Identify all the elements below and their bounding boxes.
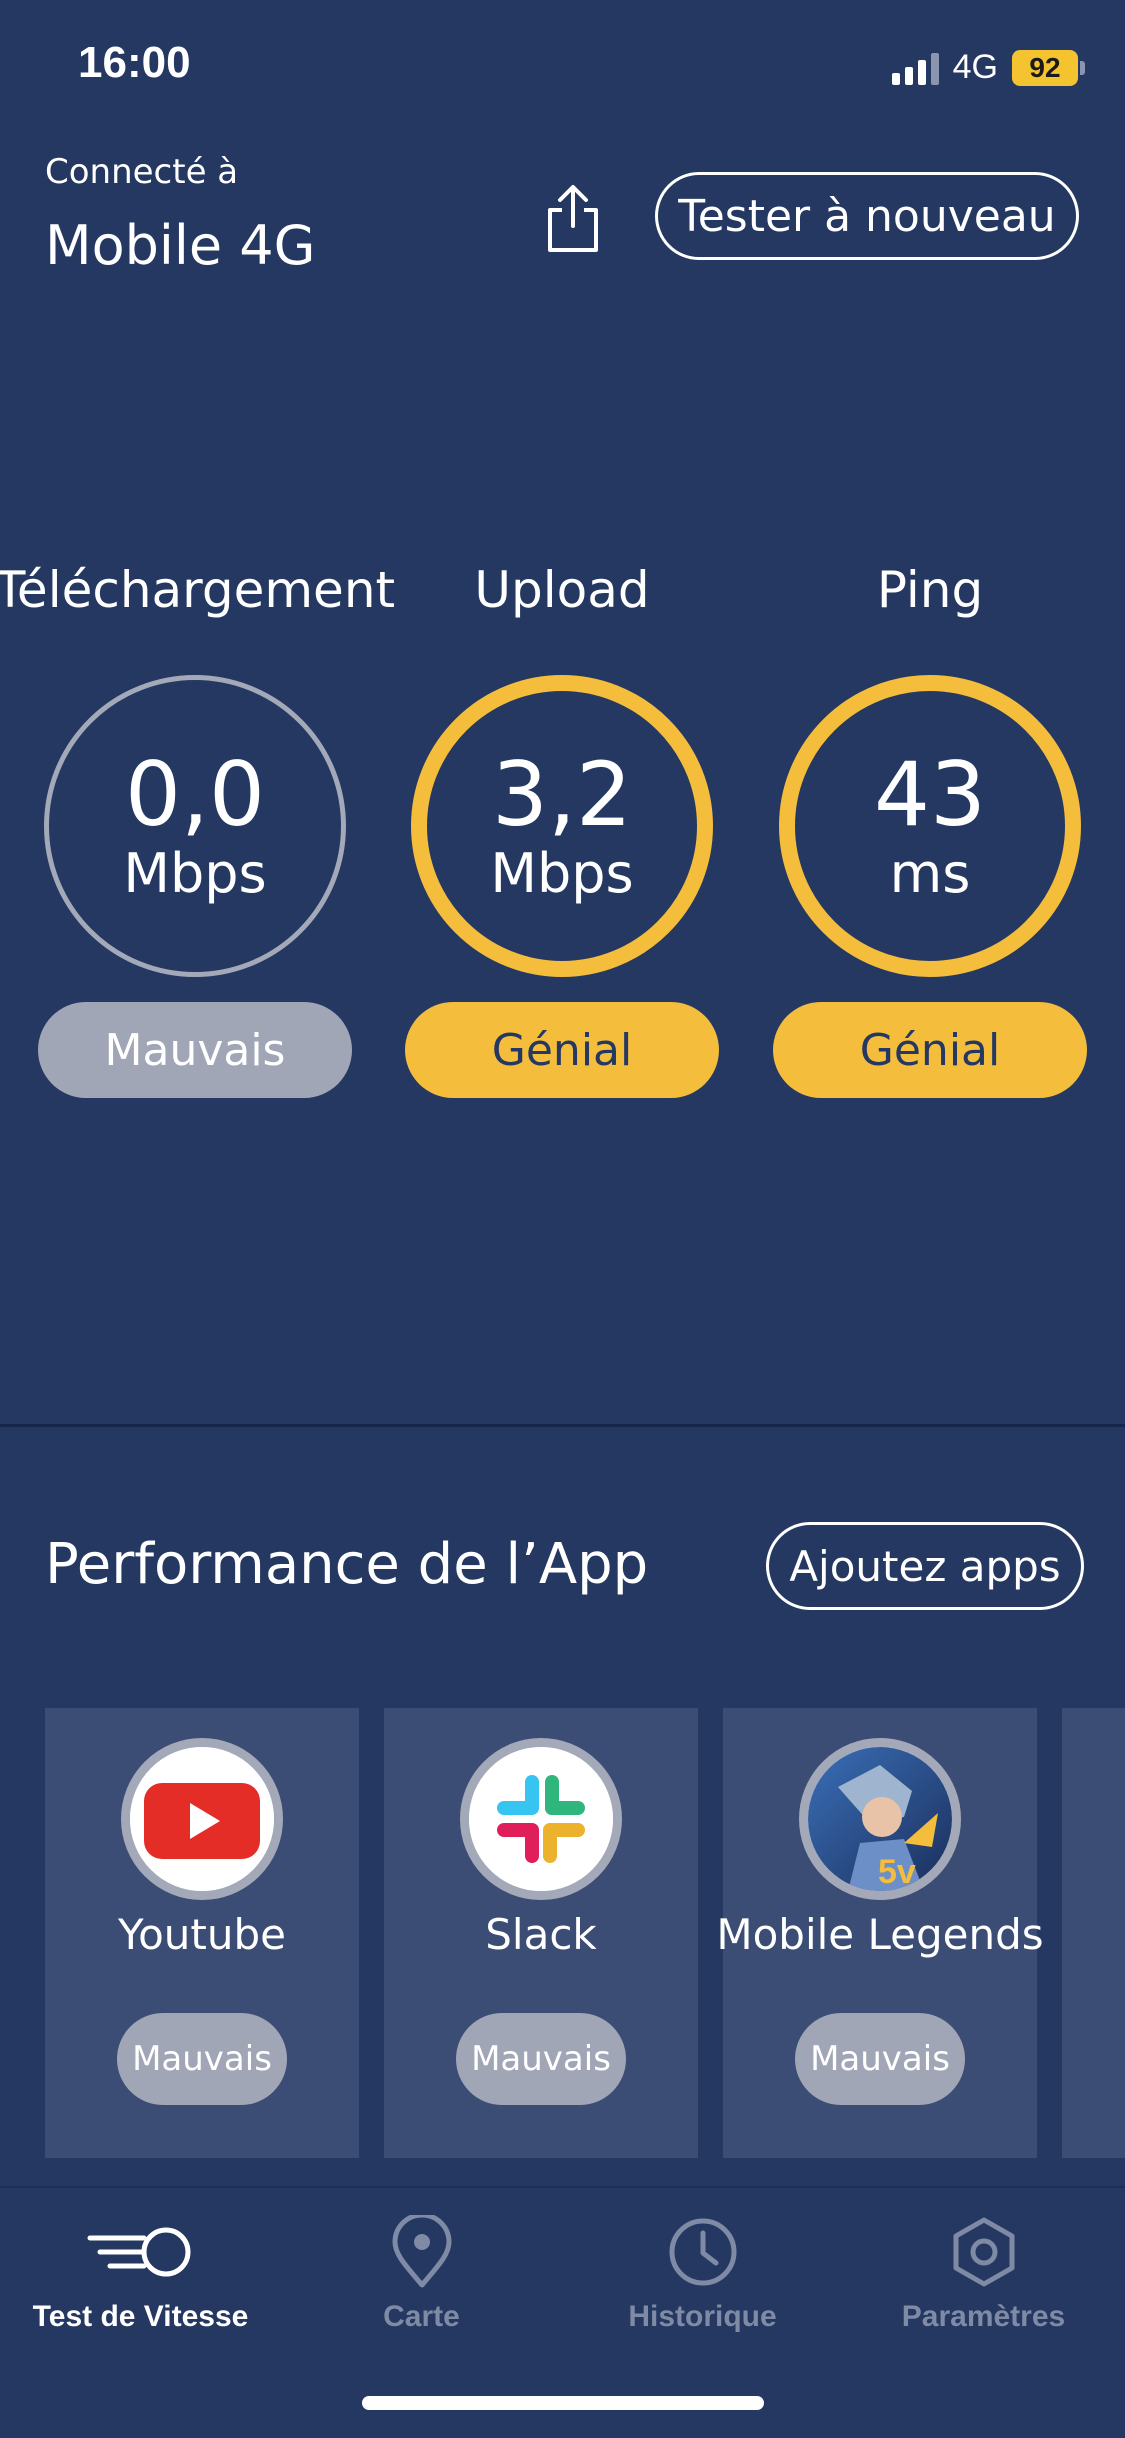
metric-unit: Mbps [123,842,267,905]
tab-label: Historique [628,2300,777,2333]
metric-title: Upload [474,561,650,619]
app-rating-badge: Mauvais [117,2013,287,2105]
settings-icon [929,2212,1039,2292]
status-indicators: 4G 92 [891,48,1085,87]
app-card-slack[interactable]: Slack Mauvais [384,1708,698,2158]
ping-metric: Ping 43 ms Génial [745,555,1115,1098]
upload-gauge: 3,2 Mbps [411,675,713,977]
app-rating-badge: Mauvais [456,2013,626,2105]
app-name: Youtube [118,1910,286,1959]
clock-icon [648,2212,758,2292]
metric-value: 43 [874,743,986,846]
metric-title: Ping [876,561,984,619]
tab-label: Carte [383,2300,460,2333]
network-type-label: 4G [952,48,998,86]
tab-map[interactable]: Carte [281,2200,562,2334]
app-performance-title: Performance de l’App [45,1532,649,1597]
battery-icon: 92 [1012,49,1085,86]
network-name: Mobile 4G [45,214,316,277]
mobile-legends-icon: 5v [799,1738,961,1900]
download-metric: Téléchargement 0,0 Mbps Mauvais [0,555,395,1098]
metric-value: 3,2 [492,743,632,846]
status-time: 16:00 [78,38,191,87]
youtube-icon [121,1738,283,1900]
upload-metric: Upload 3,2 Mbps Génial [377,555,747,1098]
battery-level: 92 [1012,49,1078,86]
tab-label: Test de Vitesse [32,2300,249,2333]
svg-text:5v: 5v [878,1853,916,1891]
map-pin-icon [367,2212,477,2292]
ping-gauge: 43 ms [779,675,1081,977]
app-card-partial[interactable] [1062,1708,1125,2158]
section-divider [0,1424,1125,1427]
app-card-youtube[interactable]: Youtube Mauvais [45,1708,359,2158]
share-button[interactable] [540,182,606,254]
slack-icon [460,1738,622,1900]
app-name: Slack [485,1910,597,1959]
share-icon [548,185,598,252]
tab-speed-test[interactable]: Test de Vitesse [0,2200,281,2334]
rating-badge: Génial [773,1002,1087,1098]
connected-label: Connecté à [45,152,239,192]
metric-title: Téléchargement [0,561,396,619]
metric-value: 0,0 [125,743,265,846]
tab-label: Paramètres [901,2300,1066,2333]
add-apps-button[interactable]: Ajoutez apps [766,1522,1084,1610]
tab-settings[interactable]: Paramètres [843,2200,1124,2334]
metric-unit: Mbps [490,842,634,905]
app-name: Mobile Legends [716,1910,1044,1959]
signal-strength-icon [891,51,939,85]
metric-unit: ms [889,842,971,905]
rating-badge: Génial [405,1002,719,1098]
app-rating-badge: Mauvais [795,2013,965,2105]
app-card-mobile-legends[interactable]: 5v Mobile Legends Mauvais [716,1708,1044,2158]
rating-badge: Mauvais [38,1002,352,1098]
download-gauge: 0,0 Mbps [44,675,346,977]
home-indicator[interactable] [362,2396,764,2410]
tab-history[interactable]: Historique [562,2200,843,2334]
retest-button[interactable]: Tester à nouveau [655,172,1079,260]
speed-icon [86,2212,196,2292]
